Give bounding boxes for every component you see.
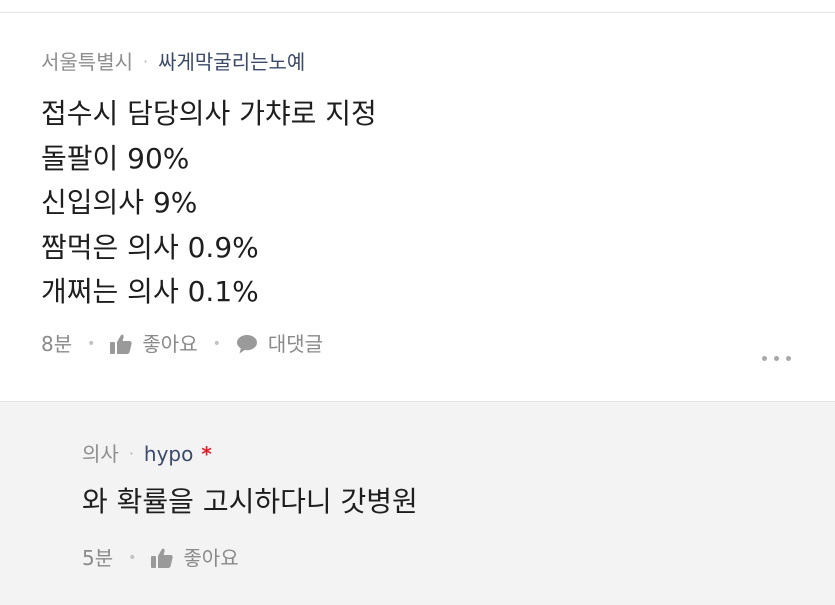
like-button[interactable]: 좋아요 bbox=[110, 331, 198, 357]
reply-comment: 의사 · hypo * 와 확률을 고시하다니 갓병원 5분 • 좋아요 bbox=[0, 401, 835, 605]
reply-time: 5분 bbox=[82, 546, 114, 570]
like-label: 좋아요 bbox=[142, 332, 198, 356]
comment-body: 접수시 담당의사 가챠로 지정 돌팔이 90% 신입의사 9% 짬먹은 의사 0… bbox=[41, 92, 377, 315]
reply-author-nickname[interactable]: hypo bbox=[144, 441, 193, 467]
thumbs-up-icon bbox=[151, 548, 174, 568]
comment-line: 신입의사 9% bbox=[41, 186, 198, 219]
comment-line: 접수시 담당의사 가챠로 지정 bbox=[41, 97, 377, 130]
thumbs-up-icon bbox=[110, 334, 133, 354]
author-badge: * bbox=[201, 442, 212, 466]
action-separator: • bbox=[128, 550, 137, 566]
action-separator: • bbox=[87, 336, 96, 352]
reply-meta: 의사 · hypo * bbox=[82, 441, 212, 467]
speech-bubble-icon bbox=[236, 335, 257, 354]
meta-separator: · bbox=[143, 52, 149, 71]
reply-author-region: 의사 bbox=[82, 442, 119, 466]
comment-line: 짬먹은 의사 0.9% bbox=[41, 230, 259, 264]
comment-actions: 8분 • 좋아요 • 대댓글 bbox=[41, 331, 323, 357]
author-nickname[interactable]: 싸게막굴리는노예 bbox=[158, 49, 305, 75]
more-dots-icon[interactable] bbox=[762, 356, 791, 361]
reply-actions: 5분 • 좋아요 bbox=[82, 545, 239, 571]
like-label: 좋아요 bbox=[183, 546, 239, 570]
reply-label: 대댓글 bbox=[267, 332, 324, 356]
author-region: 서울특별시 bbox=[41, 50, 133, 74]
meta-separator: · bbox=[128, 444, 134, 463]
comment-meta: 서울특별시 · 싸게막굴리는노예 bbox=[41, 49, 305, 75]
comment-line: 돌팔이 90% bbox=[41, 141, 190, 175]
comment-time: 8분 bbox=[41, 332, 73, 356]
reply-button[interactable]: 대댓글 bbox=[236, 331, 323, 357]
action-separator: • bbox=[212, 336, 221, 352]
comment-thread: 서울특별시 · 싸게막굴리는노예 접수시 담당의사 가챠로 지정 돌팔이 90%… bbox=[0, 0, 835, 605]
comment-line: 개쩌는 의사 0.1% bbox=[41, 275, 259, 308]
main-comment: 서울특별시 · 싸게막굴리는노예 접수시 담당의사 가챠로 지정 돌팔이 90%… bbox=[0, 13, 835, 401]
reply-body: 와 확률을 고시하다니 갓병원 bbox=[82, 485, 418, 518]
reply-like-button[interactable]: 좋아요 bbox=[151, 545, 239, 571]
